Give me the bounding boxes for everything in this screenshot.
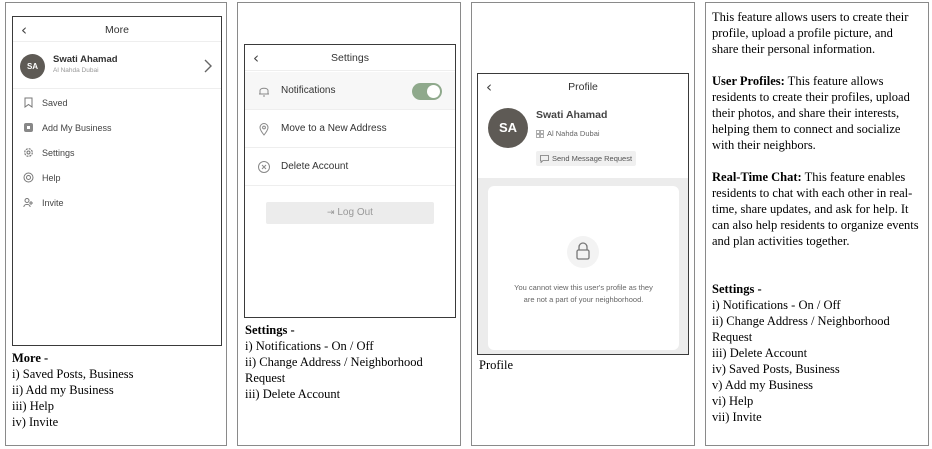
menu-item-label: Settings bbox=[42, 147, 75, 158]
notifications-label: Notifications bbox=[281, 85, 336, 96]
lock-badge bbox=[567, 236, 599, 268]
delete-account-row[interactable]: Delete Account bbox=[245, 148, 455, 186]
caption-line: ii) Change Address / Neighborhood bbox=[245, 355, 423, 369]
building-icon bbox=[536, 129, 544, 138]
settings-list-line: v) Add my Business bbox=[712, 378, 814, 392]
caption-line: i) Notifications - On / Off bbox=[245, 339, 374, 353]
menu-item-label: Saved bbox=[42, 97, 68, 108]
settings-screen: ‹ Settings Notifications Move to a New A… bbox=[244, 44, 456, 318]
caption-line: ii) Add my Business bbox=[12, 383, 114, 397]
gear-icon bbox=[24, 148, 33, 157]
profile-caption: Profile bbox=[479, 358, 514, 372]
caption-line: iii) Help bbox=[12, 399, 55, 413]
notifications-toggle[interactable] bbox=[412, 83, 442, 100]
settings-list-line: vii) Invite bbox=[712, 410, 762, 424]
user-location: Al Nahda Dubai bbox=[547, 129, 600, 138]
description-panel: This feature allows users to create thei… bbox=[705, 2, 929, 446]
move-address-row[interactable]: Move to a New Address bbox=[245, 110, 455, 148]
chat-title: Real-Time Chat: bbox=[712, 170, 802, 184]
avatar: SA bbox=[20, 54, 45, 79]
caption-title: Settings - bbox=[245, 323, 295, 337]
bookmark-icon bbox=[24, 97, 33, 108]
close-circle-icon bbox=[258, 160, 270, 173]
more-header: ‹ More bbox=[13, 17, 221, 43]
caption-line: iv) Invite bbox=[12, 415, 59, 429]
user-location: Al Nahda Dubai bbox=[53, 67, 99, 74]
message-icon bbox=[540, 154, 549, 163]
settings-caption: Settings - i) Notifications - On / Off i… bbox=[245, 322, 423, 402]
settings-list: Settings - i) Notifications - On / Off i… bbox=[712, 281, 922, 425]
user-profiles-title: User Profiles: bbox=[712, 74, 785, 88]
chat-paragraph: Real-Time Chat: This feature enables res… bbox=[712, 169, 922, 249]
locked-message-line: are not a part of your neighborhood. bbox=[523, 295, 644, 304]
menu-item-add-business[interactable]: Add My Business bbox=[23, 122, 112, 133]
user-name: Swati Ahamad bbox=[536, 109, 608, 121]
user-profiles-paragraph: User Profiles: This feature allows resid… bbox=[712, 73, 922, 153]
send-message-button[interactable]: Send Message Request bbox=[536, 151, 637, 166]
back-icon[interactable]: ‹ bbox=[486, 74, 492, 100]
page-title: More bbox=[105, 24, 129, 36]
more-panel: ‹ More SA Swati Ahamad Al Nahda Dubai Sa… bbox=[5, 2, 227, 446]
avatar: SA bbox=[488, 108, 528, 148]
menu-item-help[interactable]: Help bbox=[23, 172, 61, 183]
profile-content-area: You cannot view this user's profile as t… bbox=[478, 178, 688, 354]
intro-text: This feature allows users to create thei… bbox=[712, 10, 909, 56]
page-title: Settings bbox=[331, 52, 369, 64]
profile-header: ‹ Profile bbox=[478, 74, 688, 100]
page-title: Profile bbox=[568, 81, 598, 93]
menu-item-saved[interactable]: Saved bbox=[23, 97, 68, 108]
caption-line: i) Saved Posts, Business bbox=[12, 367, 134, 381]
delete-account-label: Delete Account bbox=[281, 161, 349, 172]
settings-list-line: iii) Delete Account bbox=[712, 346, 808, 360]
invite-icon bbox=[23, 198, 33, 208]
settings-panel: ‹ Settings Notifications Move to a New A… bbox=[237, 2, 461, 446]
user-name: Swati Ahamad bbox=[53, 54, 118, 65]
bell-icon bbox=[259, 87, 269, 96]
send-message-label: Send Message Request bbox=[552, 154, 633, 163]
back-icon[interactable]: ‹ bbox=[21, 17, 27, 43]
locked-message: You cannot view this user's profile as t… bbox=[488, 282, 679, 306]
toggle-knob bbox=[427, 85, 440, 98]
settings-list-line: vi) Help bbox=[712, 394, 754, 408]
user-location-row: Al Nahda Dubai bbox=[536, 129, 600, 138]
logout-icon: ⇥ bbox=[327, 208, 335, 218]
menu-item-label: Help bbox=[42, 172, 61, 183]
notifications-row: Notifications bbox=[245, 72, 455, 110]
profile-screen: ‹ Profile SA Swati Ahamad Al Nahda Dubai… bbox=[477, 73, 689, 355]
lock-icon bbox=[576, 242, 590, 260]
logout-label: Log Out bbox=[337, 207, 373, 218]
help-icon bbox=[23, 172, 34, 183]
locked-message-line: You cannot view this user's profile as t… bbox=[514, 283, 653, 292]
caption-line: Request bbox=[245, 371, 286, 385]
settings-list-line: ii) Change Address / Neighborhood bbox=[712, 314, 890, 328]
settings-header: ‹ Settings bbox=[245, 45, 455, 71]
menu-item-settings[interactable]: Settings bbox=[23, 147, 75, 158]
chevron-right-icon bbox=[204, 59, 212, 73]
menu-item-label: Add My Business bbox=[42, 122, 112, 133]
move-address-label: Move to a New Address bbox=[281, 123, 387, 134]
more-screen: ‹ More SA Swati Ahamad Al Nahda Dubai Sa… bbox=[12, 16, 222, 346]
location-pin-icon bbox=[259, 122, 269, 136]
settings-list-line: Request bbox=[712, 330, 753, 344]
settings-list-line: iv) Saved Posts, Business bbox=[712, 362, 840, 376]
business-icon bbox=[24, 123, 33, 132]
more-caption: More - i) Saved Posts, Business ii) Add … bbox=[12, 350, 134, 430]
settings-list-line: i) Notifications - On / Off bbox=[712, 298, 841, 312]
caption-line: iii) Delete Account bbox=[245, 387, 341, 401]
settings-list-title: Settings - bbox=[712, 282, 762, 296]
user-row[interactable]: SA Swati Ahamad Al Nahda Dubai bbox=[13, 41, 221, 89]
menu-item-invite[interactable]: Invite bbox=[23, 197, 64, 208]
locked-profile-card: You cannot view this user's profile as t… bbox=[488, 186, 679, 350]
logout-button[interactable]: ⇥ Log Out bbox=[266, 202, 434, 224]
menu-item-label: Invite bbox=[42, 197, 64, 208]
back-icon[interactable]: ‹ bbox=[253, 45, 259, 71]
profile-panel: ‹ Profile SA Swati Ahamad Al Nahda Dubai… bbox=[471, 2, 695, 446]
caption-title: More - bbox=[12, 351, 49, 365]
